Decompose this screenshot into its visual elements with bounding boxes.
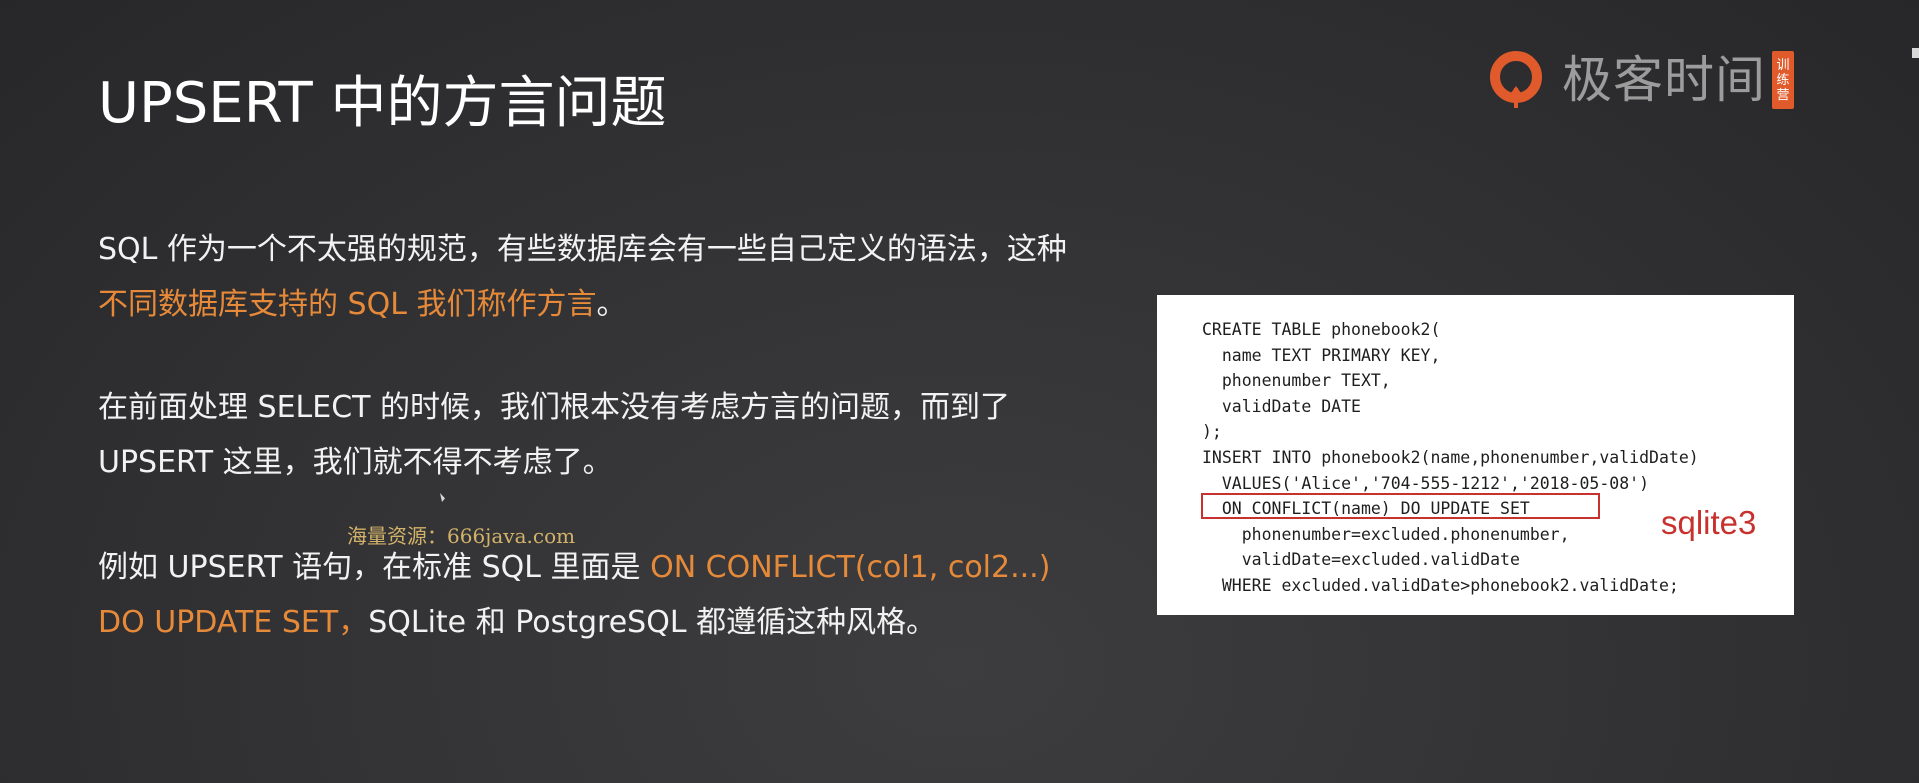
code-line: phonenumber TEXT, <box>1202 371 1391 391</box>
code-line: INSERT INTO phonebook2(name,phonenumber,… <box>1202 447 1699 467</box>
on-conflict-highlight-box <box>1201 493 1600 519</box>
sqlite3-annotation: sqlite3 <box>1661 504 1757 541</box>
code-block: CREATE TABLE phonebook2( name TEXT PRIMA… <box>1202 317 1699 599</box>
logo-badge-char: 营 <box>1776 87 1790 103</box>
paragraph-upsert-example: 例如 UPSERT 语句，在标准 SQL 里面是 ON CONFLICT(col… <box>98 540 1088 650</box>
code-line: name TEXT PRIMARY KEY, <box>1202 345 1441 365</box>
paragraph-select-vs-upsert: 在前面处理 SELECT 的时候，我们根本没有考虑方言的问题，而到了 UPSER… <box>98 380 1088 490</box>
paragraph-text: SQLite 和 PostgreSQL 都遵循这种风格。 <box>368 605 937 640</box>
geektime-logo: 极客时间 训 练 营 <box>1484 46 1829 114</box>
paragraph-text: SQL 作为一个不太强的规范，有些数据库会有一些自己定义的语法，这种 <box>98 232 1067 267</box>
code-line: CREATE TABLE phonebook2( <box>1202 320 1441 339</box>
code-line: WHERE excluded.validDate>phonebook2.vali… <box>1202 575 1679 595</box>
code-line: phonenumber=excluded.phonenumber, <box>1202 524 1570 544</box>
code-line: validDate=excluded.validDate <box>1202 550 1520 570</box>
code-example-card: CREATE TABLE phonebook2( name TEXT PRIMA… <box>1157 295 1794 615</box>
slide-title: UPSERT 中的方言问题 <box>98 71 667 136</box>
paragraph-text: 在前面处理 SELECT 的时候，我们根本没有考虑方言的问题，而到了 UPSER… <box>98 390 1011 480</box>
paragraph-text: 。 <box>596 287 627 322</box>
logo-badge-char: 训 <box>1776 57 1790 73</box>
code-line: validDate DATE <box>1202 396 1361 416</box>
logo-badge-char: 练 <box>1776 72 1790 88</box>
code-line: ); <box>1202 422 1222 442</box>
paragraph-text: 例如 UPSERT 语句，在标准 SQL 里面是 <box>98 550 651 585</box>
logo-badge: 训 练 营 <box>1772 51 1794 109</box>
logo-text: 极客时间 <box>1562 51 1766 109</box>
mouse-cursor-icon <box>440 493 445 502</box>
geektime-logo-icon <box>1490 51 1542 108</box>
window-edge-marker <box>1912 48 1919 58</box>
paragraph-dialect-definition: SQL 作为一个不太强的规范，有些数据库会有一些自己定义的语法，这种不同数据库支… <box>98 222 1088 332</box>
paragraph-highlight: 不同数据库支持的 SQL 我们称作方言 <box>98 287 597 322</box>
